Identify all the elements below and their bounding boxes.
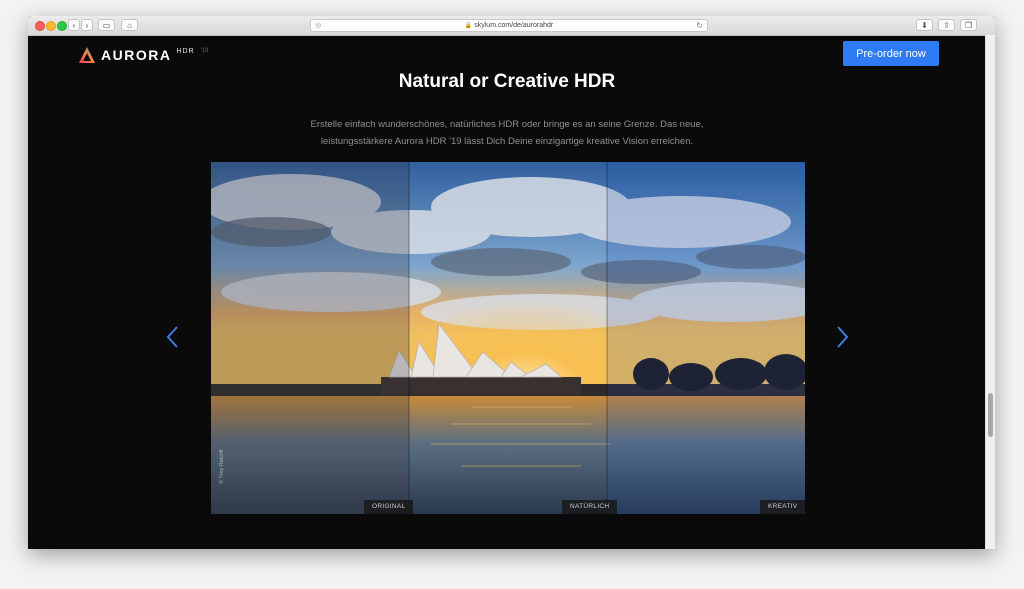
panel-label-original: ORIGINAL	[364, 500, 414, 514]
back-button[interactable]: ‹	[68, 19, 80, 31]
browser-toolbar: ‹ › ▭ ⌂ ◎ 🔒 skylum.com/de/aurorahdr ↻ ⬇ ⇪…	[28, 16, 995, 36]
photo-credit: © Trey Ratcliff	[219, 449, 225, 484]
tabs-button[interactable]: ❐	[960, 19, 977, 31]
panel-label-natural: NATÜRLICH	[562, 500, 618, 514]
browser-window: ‹ › ▭ ⌂ ◎ 🔒 skylum.com/de/aurorahdr ↻ ⬇ ⇪…	[28, 16, 995, 549]
downloads-button[interactable]: ⬇	[916, 19, 933, 31]
address-bar[interactable]: ◎ 🔒 skylum.com/de/aurorahdr ↻	[310, 19, 708, 32]
sydney-opera-house-photo	[211, 162, 805, 514]
privacy-shield-icon: ◎	[315, 22, 322, 29]
panel-label-creative: KREATIV	[760, 500, 805, 514]
aurora-logo-icon	[79, 47, 95, 63]
page-scrollbar[interactable]	[985, 35, 995, 549]
prev-slide-button[interactable]	[165, 325, 181, 349]
hero-description: Erstelle einfach wunderschönes, natürlic…	[310, 119, 704, 147]
chevron-left-icon	[166, 326, 178, 348]
page-content: AURORA HDR '19 Pre-order now Natural or …	[28, 36, 986, 549]
home-button[interactable]: ⌂	[121, 19, 138, 31]
share-button[interactable]: ⇪	[938, 19, 955, 31]
next-slide-button[interactable]	[834, 325, 850, 349]
brand-subtitle: HDR	[176, 47, 195, 55]
forward-button[interactable]: ›	[81, 19, 93, 31]
maximize-window-button[interactable]	[57, 21, 67, 31]
address-url: skylum.com/de/aurorahdr	[474, 22, 554, 29]
chevron-right-icon	[837, 326, 849, 348]
minimize-window-button[interactable]	[46, 21, 56, 31]
lock-icon: 🔒	[464, 23, 473, 29]
brand-logo[interactable]: AURORA HDR '19	[78, 45, 208, 65]
scrollbar-thumb[interactable]	[988, 393, 993, 437]
reload-icon[interactable]: ↻	[696, 20, 703, 31]
brand-name: AURORA	[101, 47, 172, 63]
page-title: Natural or Creative HDR	[398, 71, 616, 92]
close-window-button[interactable]	[35, 21, 45, 31]
brand-version: '19	[200, 48, 209, 54]
pre-order-button[interactable]: Pre-order now	[843, 41, 939, 66]
sidebar-toggle-button[interactable]: ▭	[98, 19, 115, 31]
hdr-comparison-image: ORIGINAL NATÜRLICH KREATIV © Trey Ratcli…	[211, 162, 805, 514]
